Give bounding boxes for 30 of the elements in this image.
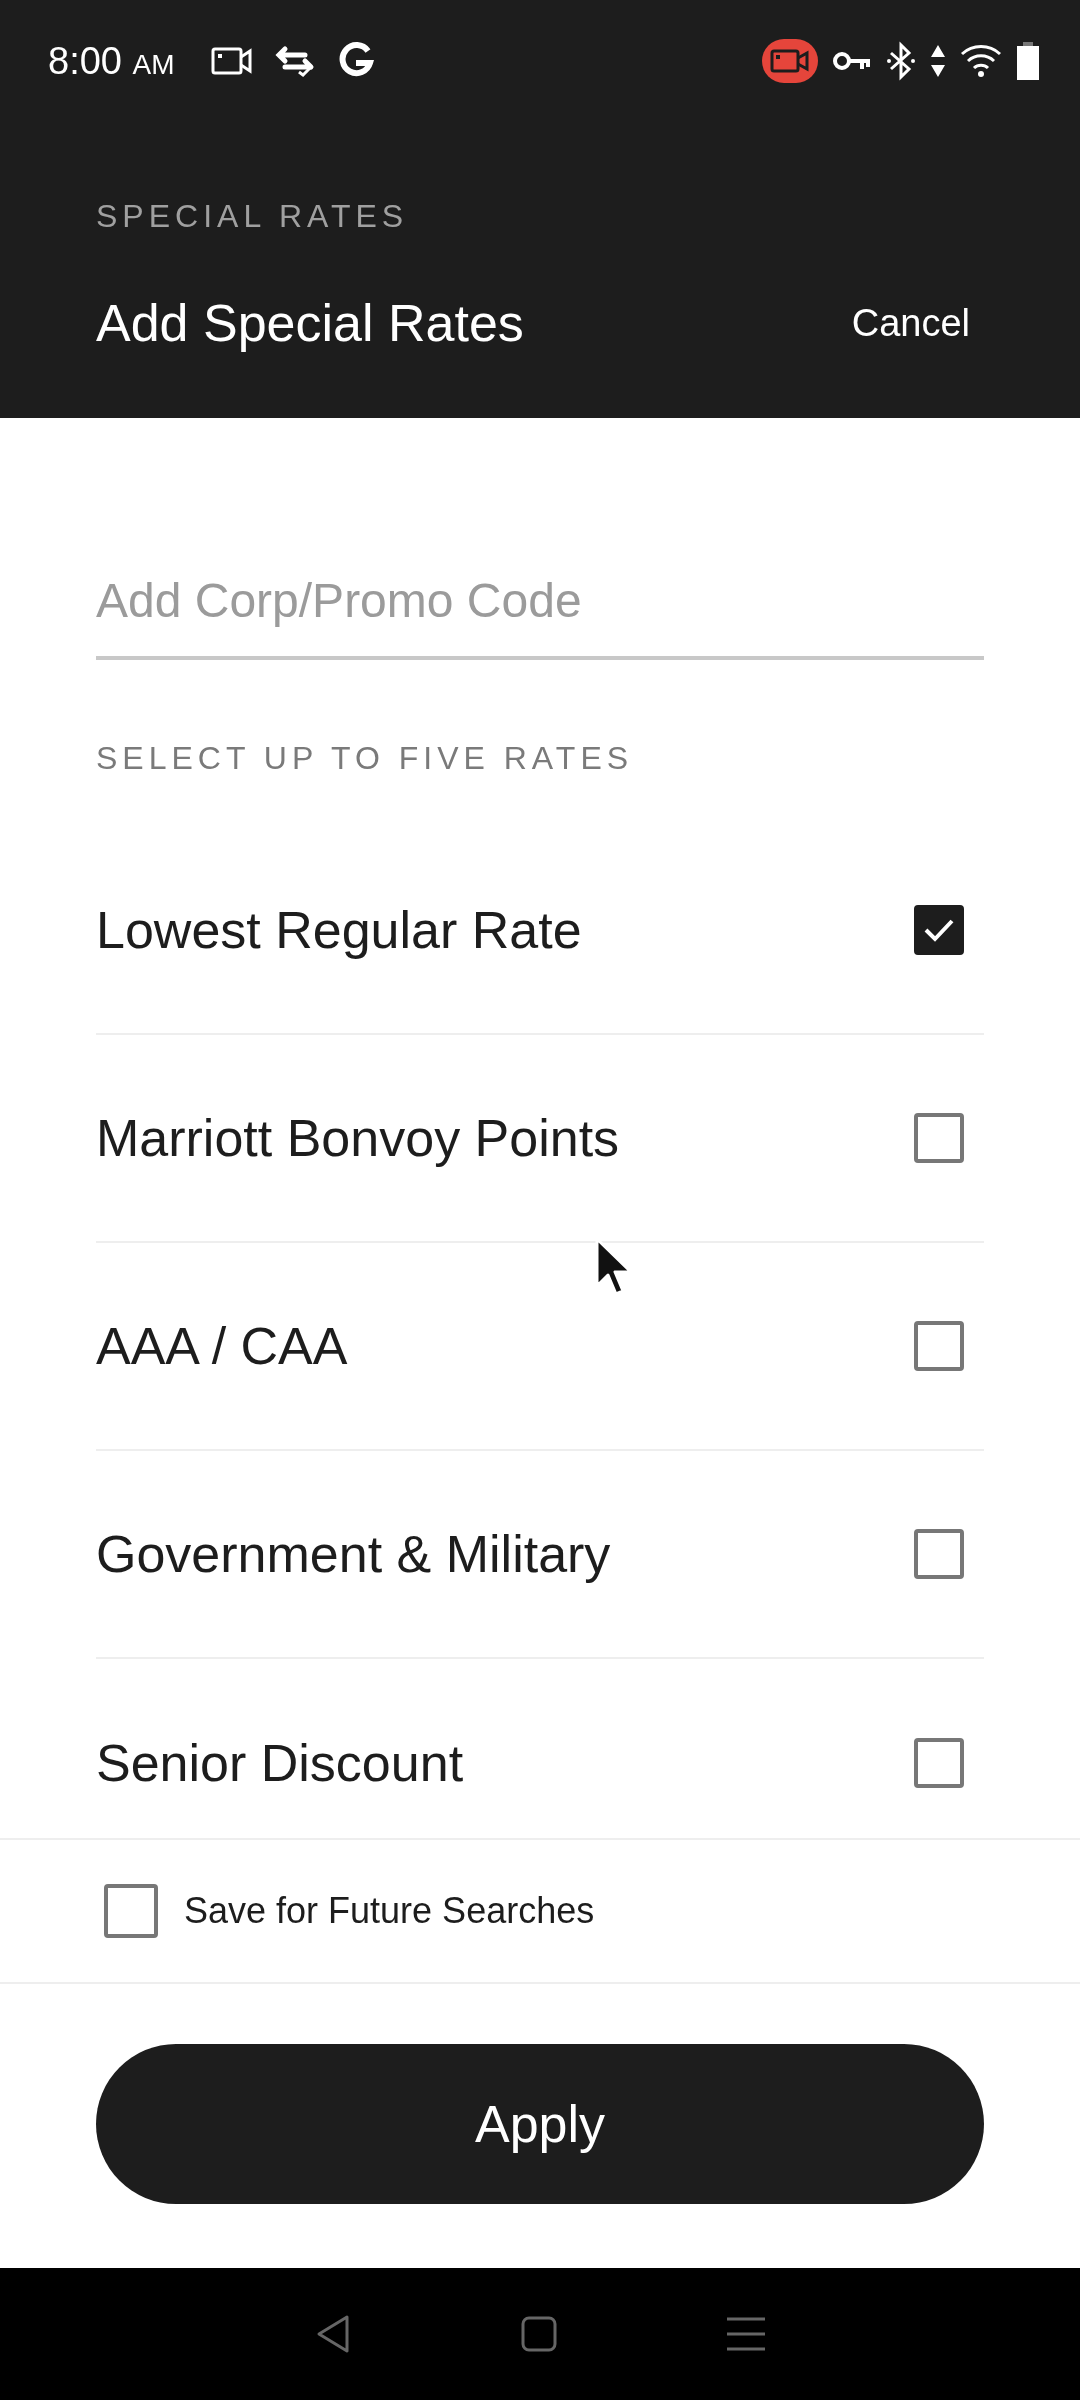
- menu-icon[interactable]: [727, 2316, 765, 2352]
- header-eyebrow: SPECIAL RATES: [96, 198, 410, 235]
- cancel-button[interactable]: Cancel: [841, 297, 980, 349]
- checkbox[interactable]: [914, 905, 964, 955]
- checkbox[interactable]: [914, 1321, 964, 1371]
- key-icon: [832, 49, 872, 73]
- video-camera-icon: [210, 46, 253, 76]
- home-icon[interactable]: [521, 2316, 557, 2352]
- checkbox[interactable]: [914, 1529, 964, 1579]
- section-label: SELECT UP TO FIVE RATES: [96, 740, 635, 777]
- rate-label: Marriott Bonvoy Points: [96, 1108, 620, 1168]
- rate-label: Government & Military: [96, 1524, 611, 1584]
- rate-label: AAA / CAA: [96, 1316, 348, 1376]
- screen-record-icon: [762, 39, 818, 83]
- status-time: 8:00 AM: [48, 39, 175, 83]
- data-arrows-icon: [930, 43, 946, 79]
- bluetooth-icon: [886, 41, 916, 81]
- sync-check-icon: [274, 45, 315, 77]
- checkbox[interactable]: [914, 1113, 964, 1163]
- battery-icon: [1016, 42, 1040, 80]
- promo-code-field[interactable]: Add Corp/Promo Code: [96, 573, 984, 660]
- save-label: Save for Future Searches: [184, 1890, 595, 1932]
- rate-label: Lowest Regular Rate: [96, 900, 582, 960]
- apply-button[interactable]: Apply: [96, 2044, 984, 2204]
- back-icon[interactable]: [315, 2314, 351, 2354]
- rate-label: Senior Discount: [96, 1733, 464, 1793]
- page-title: Add Special Rates: [96, 293, 524, 353]
- save-checkbox[interactable]: [104, 1884, 158, 1938]
- wifi-icon: [960, 44, 1002, 78]
- checkbox[interactable]: [914, 1738, 964, 1788]
